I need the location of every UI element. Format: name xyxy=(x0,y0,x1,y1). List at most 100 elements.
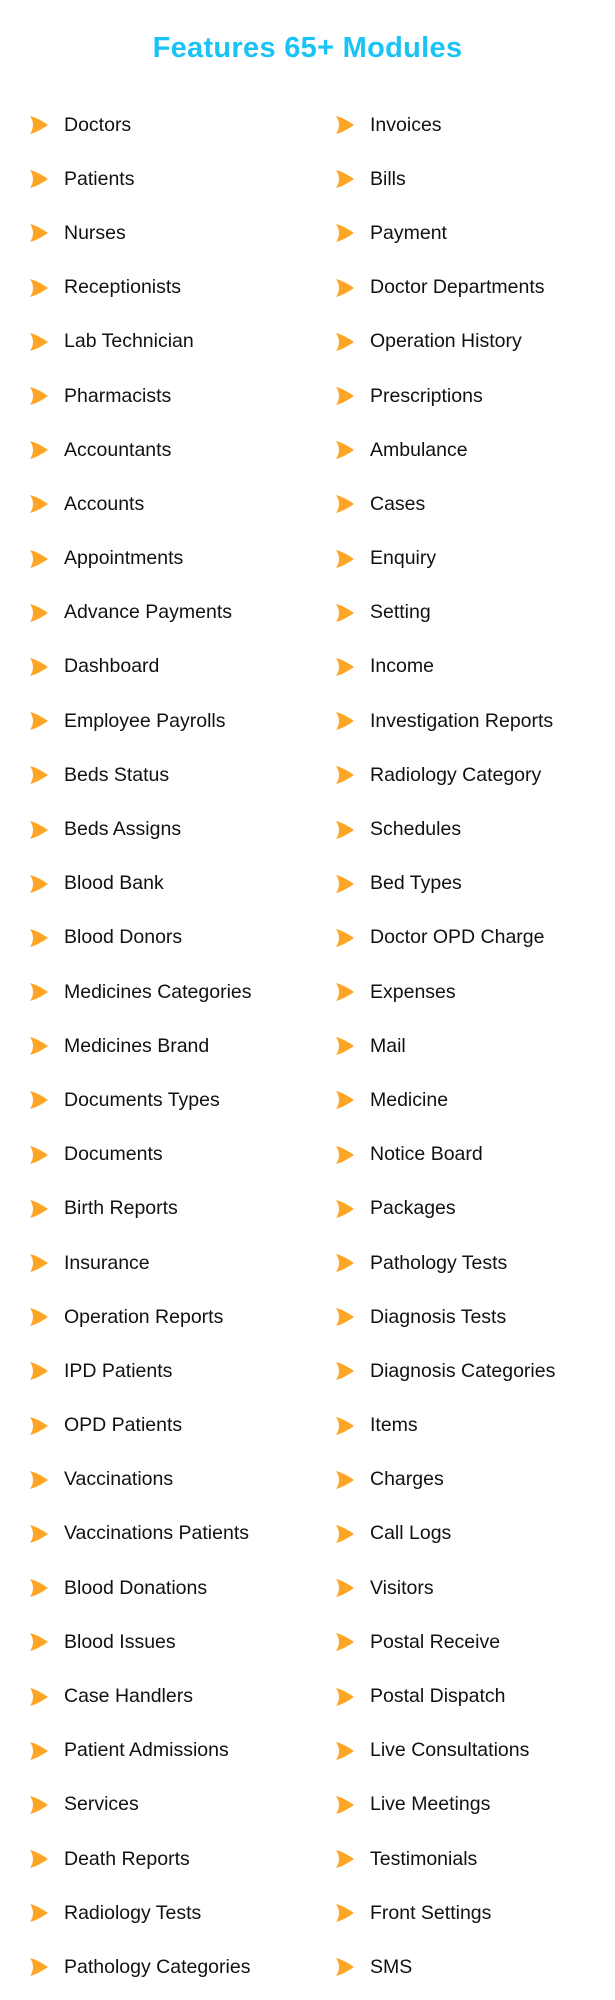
module-label: Blood Issues xyxy=(64,1630,176,1653)
module-label: Medicines Categories xyxy=(64,980,252,1003)
module-item-right: Cases xyxy=(334,479,555,533)
chevron-right-icon xyxy=(336,712,354,731)
module-item-right: Radiology Category xyxy=(334,750,555,804)
module-label: Items xyxy=(370,1414,418,1437)
module-label: Radiology Category xyxy=(370,763,542,786)
chevron-right-icon xyxy=(336,928,354,947)
module-item-right: Postal Dispatch xyxy=(334,1671,555,1725)
chevron-right-icon xyxy=(336,1308,354,1327)
module-label: Diagnosis Tests xyxy=(370,1305,507,1328)
module-label: IPD Patients xyxy=(64,1359,173,1382)
chevron-right-icon xyxy=(336,1145,354,1164)
chevron-right-icon xyxy=(30,712,48,731)
module-label: Documents Types xyxy=(64,1088,220,1111)
module-item-right: Postal Receive xyxy=(334,1617,555,1671)
module-item-right: Live Meetings xyxy=(334,1780,555,1834)
module-label: Blood Donors xyxy=(64,926,183,949)
module-item-left: Pathology Categories xyxy=(28,1942,252,1996)
module-item-left: Blood Donations xyxy=(28,1563,252,1617)
chevron-right-icon xyxy=(336,116,354,135)
module-label: Beds Status xyxy=(64,763,170,786)
module-item-right: Medicine xyxy=(334,1075,555,1129)
chevron-right-icon xyxy=(30,1633,48,1652)
chevron-right-icon xyxy=(30,1199,48,1218)
module-label: Prescriptions xyxy=(370,384,483,407)
chevron-right-icon xyxy=(30,116,48,135)
module-item-right: Bed Types xyxy=(334,859,555,913)
module-item-left: Beds Assigns xyxy=(28,804,252,858)
modules-column-right: Invoices Bills Payment Doctor Department… xyxy=(334,100,555,1997)
chevron-right-icon xyxy=(336,1254,354,1273)
module-label: Death Reports xyxy=(64,1847,190,1870)
module-item-right: Income xyxy=(334,642,555,696)
module-label: Blood Bank xyxy=(64,872,164,895)
module-item-left: Pharmacists xyxy=(28,371,252,425)
module-label: Front Settings xyxy=(370,1901,492,1924)
module-item-right: Schedules xyxy=(334,804,555,858)
chevron-right-icon xyxy=(30,1795,48,1814)
module-item-right: Pathology Tests xyxy=(334,1238,555,1292)
module-item-left: Vaccinations xyxy=(28,1455,252,1509)
module-item-left: Case Handlers xyxy=(28,1671,252,1725)
module-label: Medicines Brand xyxy=(64,1034,210,1057)
module-item-right: Bills xyxy=(334,154,555,208)
module-label: Doctor Departments xyxy=(370,276,545,299)
module-label: Advance Payments xyxy=(64,601,233,624)
module-label: Nurses xyxy=(64,221,126,244)
chevron-right-icon xyxy=(336,603,354,622)
module-item-right: Setting xyxy=(334,588,555,642)
module-item-left: Birth Reports xyxy=(28,1184,252,1238)
module-item-left: Employee Payrolls xyxy=(28,696,252,750)
chevron-right-icon xyxy=(30,766,48,785)
module-item-right: Doctor Departments xyxy=(334,263,555,317)
module-item-left: Documents xyxy=(28,1130,252,1184)
module-label: Enquiry xyxy=(370,547,437,570)
module-item-left: Lab Technician xyxy=(28,317,252,371)
module-label: Cases xyxy=(370,492,426,515)
module-label: Lab Technician xyxy=(64,330,194,353)
chevron-right-icon xyxy=(336,1470,354,1489)
module-item-left: Insurance xyxy=(28,1238,252,1292)
module-label: Operation Reports xyxy=(64,1305,224,1328)
module-label: Dashboard xyxy=(64,655,160,678)
module-label: Income xyxy=(370,655,434,678)
module-label: Beds Assigns xyxy=(64,818,182,841)
module-label: Packages xyxy=(370,1197,456,1220)
chevron-right-icon xyxy=(336,278,354,297)
chevron-right-icon xyxy=(30,1524,48,1543)
module-item-left: Vaccinations Patients xyxy=(28,1509,252,1563)
module-label: Mail xyxy=(370,1034,406,1057)
module-item-right: Packages xyxy=(334,1184,555,1238)
chevron-right-icon xyxy=(336,1958,354,1977)
module-label: Live Meetings xyxy=(370,1793,491,1816)
module-item-right: Diagnosis Categories xyxy=(334,1346,555,1400)
module-item-left: Radiology Tests xyxy=(28,1888,252,1942)
chevron-right-icon xyxy=(30,1254,48,1273)
module-label: Notice Board xyxy=(370,1143,483,1166)
chevron-right-icon xyxy=(336,387,354,406)
module-item-right: Charges xyxy=(334,1455,555,1509)
chevron-right-icon xyxy=(30,387,48,406)
chevron-right-icon xyxy=(30,224,48,243)
module-label: Accountants xyxy=(64,438,172,461)
module-label: Operation History xyxy=(370,330,522,353)
module-item-left: Doctors xyxy=(28,100,252,154)
chevron-right-icon xyxy=(30,1470,48,1489)
chevron-right-icon xyxy=(30,983,48,1002)
module-item-left: Receptionists xyxy=(28,263,252,317)
module-label: Radiology Tests xyxy=(64,1901,202,1924)
module-label: Pathology Tests xyxy=(370,1251,508,1274)
chevron-right-icon xyxy=(336,549,354,568)
module-item-left: Patient Admissions xyxy=(28,1726,252,1780)
module-item-left: OPD Patients xyxy=(28,1401,252,1455)
module-item-left: Medicines Categories xyxy=(28,967,252,1021)
module-label: Pathology Categories xyxy=(64,1955,251,1978)
module-item-right: Ambulance xyxy=(334,425,555,479)
chevron-right-icon xyxy=(30,603,48,622)
module-label: Case Handlers xyxy=(64,1685,193,1708)
chevron-right-icon xyxy=(336,1687,354,1706)
chevron-right-icon xyxy=(336,170,354,189)
chevron-right-icon xyxy=(30,874,48,893)
chevron-right-icon xyxy=(336,332,354,351)
module-label: Invoices xyxy=(370,113,442,136)
